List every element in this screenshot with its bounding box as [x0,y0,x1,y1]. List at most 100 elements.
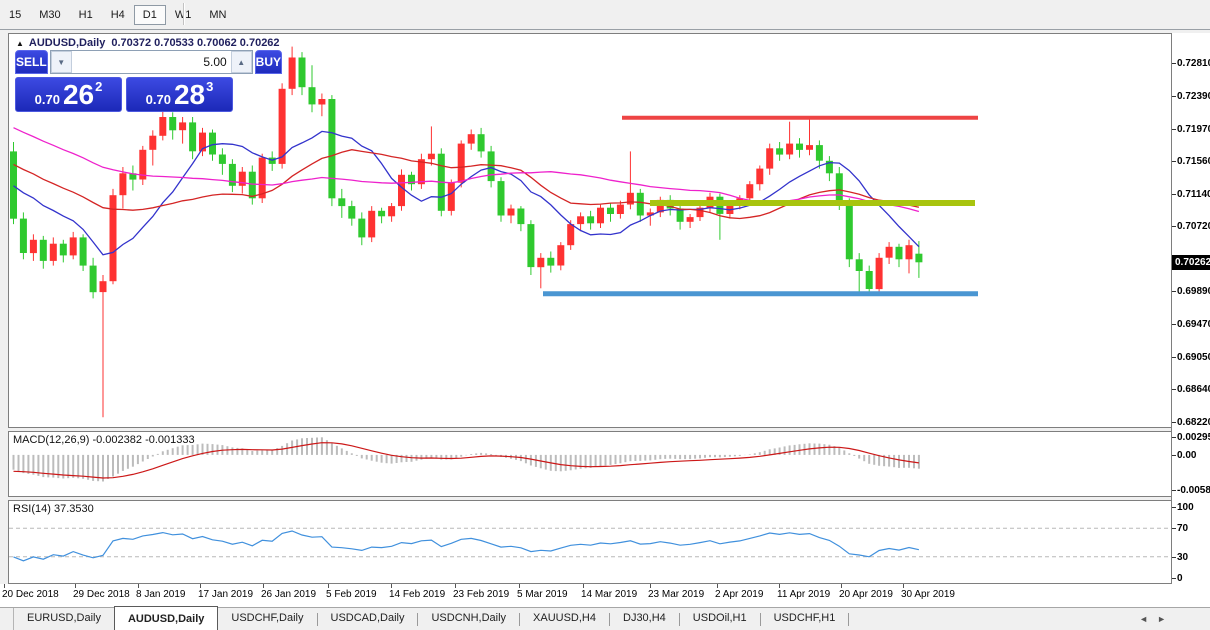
time-axis-label: 30 Apr 2019 [901,589,955,600]
sell-price-pips: 26 [63,82,94,109]
axis-tick [1172,422,1176,423]
rsi-chart[interactable] [9,501,1171,583]
timeframe-buttons: 15M30H1H4D1W1MN [0,2,235,28]
axis-tick [1172,389,1176,390]
sell-price-base: 0.70 [35,90,60,110]
axis-tick [1172,291,1176,292]
axis-label: 70 [1177,523,1188,534]
time-axis-label: 29 Dec 2018 [73,589,130,600]
axis-tick [1172,161,1176,162]
axis-label: 0.70720 [1177,221,1210,232]
tab-usdchf-daily[interactable]: USDCHF,Daily [218,608,316,630]
time-axis-label: 2 Apr 2019 [715,589,763,600]
chart-tab-bar: EURUSD,DailyAUDUSD,DailyUSDCHF,DailyUSDC… [0,607,1210,630]
time-axis-label: 26 Jan 2019 [261,589,316,600]
volume-input[interactable] [72,51,231,73]
time-axis-tick [455,584,456,588]
axis-label: 30 [1177,552,1188,563]
axis-tick [1172,324,1176,325]
tab-scroll-right-icon[interactable]: ► [1157,614,1166,624]
time-axis-label: 23 Mar 2019 [648,589,704,600]
volume-decrease-button[interactable]: ▼ [51,51,72,73]
time-axis-tick [903,584,904,588]
tab-dj30-h4[interactable]: DJ30,H4 [610,608,679,630]
axis-label: 0.002957 [1177,432,1210,443]
timeframe-button-d1[interactable]: D1 [134,5,166,25]
time-axis-label: 23 Feb 2019 [453,589,509,600]
one-click-trading-panel: SELL ▼ ▲ BUY 0.70262 0.70283 [15,50,233,112]
axis-tick [1172,455,1176,456]
tab-separator [848,613,849,626]
axis-label: 0.72810 [1177,58,1210,69]
time-axis-label: 20 Apr 2019 [839,589,893,600]
time-axis-label: 5 Feb 2019 [326,589,377,600]
axis-tick [1172,194,1176,195]
symbol-header: ▲ AUDUSD,Daily 0.70372 0.70533 0.70062 0.7… [16,37,280,49]
buy-button[interactable]: BUY [255,50,282,74]
axis-label: 0.71140 [1177,189,1210,200]
buy-price-pipette: 3 [206,79,213,94]
rsi-label: RSI(14) 37.3530 [13,503,94,515]
axis-tick [1172,63,1176,64]
axis-tick [1172,129,1176,130]
tab-usdoil-h1[interactable]: USDOil,H1 [680,608,760,630]
time-axis-tick [650,584,651,588]
time-axis-tick [328,584,329,588]
timeframe-button-h1[interactable]: H1 [70,5,102,25]
time-axis-label: 14 Feb 2019 [389,589,445,600]
tab-usdcnh-daily[interactable]: USDCNH,Daily [418,608,519,630]
time-axis[interactable]: 20 Dec 201829 Dec 20188 Jan 201917 Jan 2… [0,584,1210,607]
time-axis-tick [519,584,520,588]
axis-tick [1172,578,1176,579]
price-axis[interactable]: 0.70262 0.72810 0.72390 0.71970 0.71560 0.71… [1171,33,1210,584]
tab-scroll-arrows: ◄ ► [1139,614,1166,624]
time-axis-tick [4,584,5,588]
axis-label: 0.69890 [1177,286,1210,297]
volume-stepper: ▼ ▲ [50,50,253,74]
axis-label: 0.69050 [1177,352,1210,363]
symbol-title: AUDUSD,Daily [29,37,105,49]
axis-label: 0.71970 [1177,124,1210,135]
axis-label: 0.69470 [1177,319,1210,330]
volume-increase-button[interactable]: ▲ [231,51,252,73]
tab-audusd-daily[interactable]: AUDUSD,Daily [114,606,218,630]
axis-label: 0 [1177,573,1183,584]
time-axis-tick [583,584,584,588]
time-axis-tick [263,584,264,588]
axis-tick [1172,96,1176,97]
macd-subwindow: MACD(12,26,9) -0.002382 -0.001333 [8,431,1172,497]
axis-label: 0.68220 [1177,417,1210,428]
time-axis-label: 11 Apr 2019 [777,589,830,600]
timeframe-button-m30[interactable]: M30 [30,5,69,25]
tab-usdcad-daily[interactable]: USDCAD,Daily [318,608,418,630]
axis-tick [1172,226,1176,227]
buy-price-base: 0.70 [146,90,171,110]
tab-scroll-left-icon[interactable]: ◄ [1139,614,1148,624]
time-axis-tick [841,584,842,588]
sell-button[interactable]: SELL [15,50,48,74]
axis-label: -0.00582 [1177,485,1210,496]
axis-label: 0.71560 [1177,156,1210,167]
axis-label: 0.72390 [1177,91,1210,102]
timeframe-button-mn[interactable]: MN [200,5,235,25]
collapse-arrow-icon[interactable]: ▲ [16,39,24,48]
current-price-tag: 0.70262 [1172,255,1210,270]
timeframe-button-h4[interactable]: H4 [102,5,134,25]
axis-label: 0.68640 [1177,384,1210,395]
symbol-ohlc-values: 0.70372 0.70533 0.70062 0.70262 [111,37,279,49]
time-axis-tick [779,584,780,588]
tab-eurusd-daily[interactable]: EURUSD,Daily [14,608,114,630]
buy-price-display[interactable]: 0.70283 [126,77,233,112]
main-chart-panel: ▲ AUDUSD,Daily 0.70372 0.70533 0.70062 0.7… [8,33,1172,428]
tab-usdchf-h1[interactable]: USDCHF,H1 [761,608,849,630]
tab-xauusd-h4[interactable]: XAUUSD,H4 [520,608,609,630]
sell-price-display[interactable]: 0.70262 [15,77,122,112]
time-axis-label: 17 Jan 2019 [198,589,253,600]
sell-price-pipette: 2 [95,79,102,94]
macd-label: MACD(12,26,9) -0.002382 -0.001333 [13,434,195,446]
timeframe-button-15[interactable]: 15 [0,5,30,25]
mt4-window: 15M30H1H4D1W1MN ▲ AUDUSD,Daily 0.70372 0.7… [0,0,1210,630]
time-axis-tick [717,584,718,588]
buy-price-pips: 28 [174,82,205,109]
time-axis-tick [138,584,139,588]
